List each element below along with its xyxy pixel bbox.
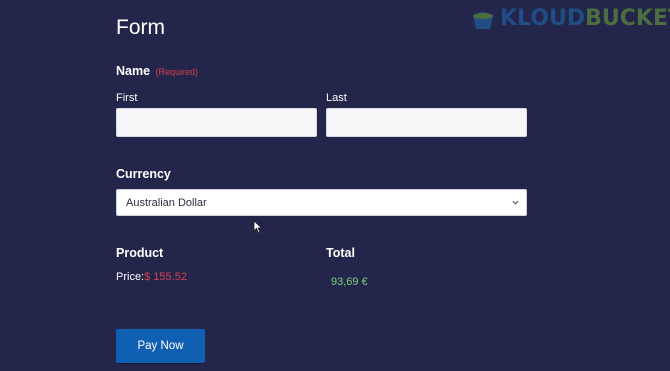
last-name-input[interactable] xyxy=(326,108,527,137)
currency-select[interactable]: Australian Dollar xyxy=(116,189,527,216)
last-name-label: Last xyxy=(326,92,347,104)
bucket-logo-icon xyxy=(473,11,493,29)
total-label: Total xyxy=(326,246,355,260)
mouse-pointer-icon xyxy=(253,220,263,234)
currency-selected-value: Australian Dollar xyxy=(126,196,207,209)
first-name-input[interactable] xyxy=(116,108,317,137)
currency-label: Currency xyxy=(116,167,171,181)
required-indicator: (Required) xyxy=(155,67,199,77)
name-label: Name xyxy=(116,64,151,78)
logo-text-bucket: BUCKET xyxy=(585,6,670,31)
pay-now-button[interactable]: Pay Now xyxy=(116,329,205,363)
price-line: Price:$ 155.52 xyxy=(116,271,187,283)
first-name-label: First xyxy=(116,92,138,104)
product-label: Product xyxy=(116,246,164,260)
name-section-label: Name (Required) xyxy=(116,64,198,78)
chevron-down-icon xyxy=(512,200,519,205)
logo-text: KLOUDBUCKET xyxy=(500,6,670,31)
total-value: 93,69 € xyxy=(331,276,368,288)
form-title: Form xyxy=(116,16,165,39)
price-prefix: Price: xyxy=(116,271,145,283)
price-value: $ 155.52 xyxy=(144,271,187,283)
brand-logo: KLOUDBUCKET xyxy=(470,6,670,31)
logo-text-kloud: KLOUD xyxy=(500,6,586,31)
